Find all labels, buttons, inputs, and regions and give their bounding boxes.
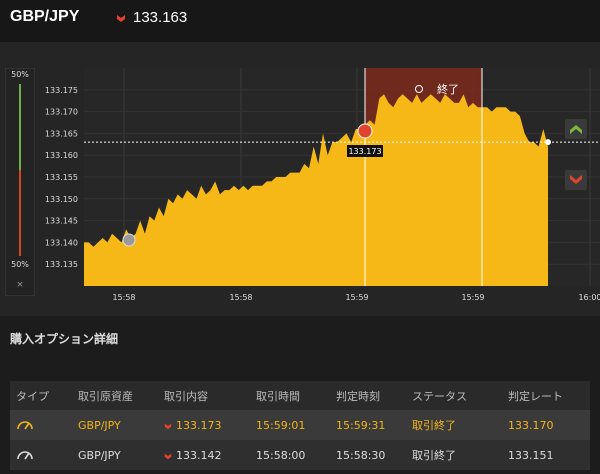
row-judge-rate: 133.151	[508, 448, 554, 462]
table-header: タイプ 取引原資産 取引内容 取引時間 判定時刻 ステータス 判定レート	[10, 381, 590, 410]
y-tick-label: 133.165	[45, 129, 78, 138]
options-table: タイプ 取引原資産 取引内容 取引時間 判定時刻 ステータス 判定レート GBP…	[10, 381, 590, 470]
row-asset: GBP/JPY	[78, 418, 121, 432]
row-judge-rate: 133.170	[508, 418, 554, 432]
row-content: 133.142	[164, 449, 256, 462]
row-content-value: 133.173	[176, 418, 222, 432]
y-tick-label: 133.155	[45, 173, 78, 182]
x-tick-label: 15:58	[112, 293, 135, 302]
table-row[interactable]: GBP/JPY 133.173 15:59:01 15:59:31 取引終了 1…	[10, 410, 590, 440]
y-tick-label: 133.170	[45, 108, 78, 117]
closed-band-label: 終了	[437, 82, 459, 96]
row-content: 133.173	[164, 419, 256, 432]
entry-pin-icon	[122, 233, 136, 247]
row-content-value: 133.142	[176, 448, 222, 462]
y-tick-label: 133.135	[45, 260, 78, 269]
row-trade-time: 15:59:01	[256, 418, 306, 432]
col-status: ステータス	[412, 389, 467, 403]
down-arrow-icon	[164, 453, 172, 459]
row-judge-time: 15:59:31	[336, 418, 386, 432]
price-chart: 133.175 133.170 133.165 133.160 133.155 133.1…	[45, 68, 600, 302]
col-content: 取引内容	[164, 389, 208, 403]
y-tick-label: 133.140	[45, 238, 78, 247]
row-trade-time: 15:58:00	[256, 448, 306, 462]
row-status: 取引終了	[412, 419, 456, 432]
col-judge-rate: 判定レート	[508, 389, 563, 403]
y-tick-label: 133.160	[45, 151, 78, 160]
y-tick-label: 133.175	[45, 86, 78, 95]
current-rate-dot	[545, 139, 551, 146]
col-asset: 取引原資産	[78, 389, 133, 403]
x-tick-label: 15:58	[229, 293, 252, 302]
x-tick-label: 16:00	[578, 293, 600, 302]
entry-marker-label: 133.173	[348, 147, 381, 156]
down-arrow-icon	[164, 423, 172, 429]
y-tick-label: 133.145	[45, 217, 78, 226]
table-row[interactable]: GBP/JPY 133.142 15:58:00 15:58:30 取引終了 1…	[10, 440, 590, 470]
y-tick-label: 133.150	[45, 195, 78, 204]
timer-icon	[10, 447, 72, 464]
row-status: 取引終了	[412, 449, 456, 462]
col-trade-time: 取引時間	[256, 389, 300, 403]
x-tick-label: 15:59	[461, 293, 484, 302]
col-judge-time: 判定時刻	[336, 389, 380, 403]
col-type: タイプ	[16, 389, 49, 403]
timer-icon	[10, 417, 72, 434]
entry-pin-icon	[357, 123, 373, 139]
row-asset: GBP/JPY	[78, 448, 121, 462]
section-divider	[0, 358, 600, 380]
row-judge-time: 15:58:30	[336, 448, 386, 462]
options-section-title: 購入オプション詳細	[10, 332, 119, 346]
x-tick-label: 15:59	[345, 293, 368, 302]
